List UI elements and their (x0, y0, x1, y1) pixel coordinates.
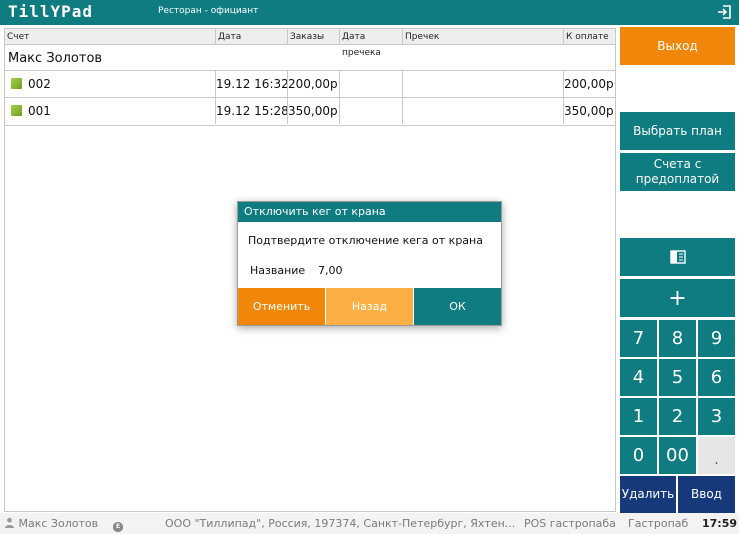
column-header-precheck-date[interactable]: Дата пречека (340, 29, 403, 58)
enter-button[interactable]: Ввод (678, 476, 735, 513)
book-button[interactable] (620, 238, 735, 276)
cell-check: 002 (5, 71, 216, 97)
clock: 17:59 (702, 517, 738, 530)
cell-precheck-date (340, 71, 403, 97)
cell-check: 001 (5, 98, 216, 124)
cell-to-pay: 200,00р (564, 77, 614, 91)
check-status-icon (11, 105, 22, 116)
cell-orders: 350,00р (288, 98, 340, 124)
user-icon (5, 517, 14, 528)
column-header-date[interactable]: Дата (216, 29, 288, 45)
status-bar: Макс Золотов PBSE ООО "Тиллипад", Россия… (0, 513, 739, 534)
ok-button[interactable]: ОК (414, 288, 501, 325)
column-header-precheck[interactable]: Пречек (403, 29, 564, 45)
back-button[interactable]: Назад (326, 288, 413, 325)
key-2[interactable]: 2 (659, 398, 696, 435)
delete-button[interactable]: Удалить (620, 476, 676, 513)
plus-button[interactable]: + (620, 279, 735, 317)
cancel-button[interactable]: Отменить (238, 288, 325, 325)
tillypad-logo: TillYPad (8, 2, 94, 21)
dialog-message: Подтвердите отключение кега от крана (248, 234, 483, 247)
key-8[interactable]: 8 (659, 320, 696, 357)
key-1[interactable]: 1 (620, 398, 657, 435)
cell-date: 19.12 15:28 (216, 98, 288, 124)
table-header: Счет Дата Заказы Дата пречека Пречек К о… (5, 29, 615, 58)
cell-precheck-date (340, 98, 403, 124)
cell-to-pay: 350,00р (564, 104, 614, 118)
cell-precheck (403, 98, 564, 124)
group-title-waiter: Макс Золотов (8, 51, 103, 66)
cell-orders: 200,00р (288, 71, 340, 97)
key-6[interactable]: 6 (698, 359, 735, 396)
disconnect-keg-dialog: Отключить кег от крана Подтвердите отклю… (237, 201, 502, 326)
key-00[interactable]: 00 (659, 437, 696, 474)
key-decimal[interactable]: . (698, 437, 735, 474)
app-header: TillYPad Ресторан - официант (0, 0, 739, 25)
column-header-check[interactable]: Счет (5, 29, 216, 45)
table-row[interactable]: 001 19.12 15:28 350,00р 350,00р (5, 98, 615, 126)
column-header-orders[interactable]: Заказы (288, 29, 340, 45)
venue-name: Гастропаб (628, 517, 689, 530)
key-4[interactable]: 4 (620, 359, 657, 396)
logout-icon[interactable] (717, 4, 733, 20)
cell-precheck (403, 71, 564, 97)
column-header-to-pay[interactable]: К оплате (564, 29, 615, 45)
key-3[interactable]: 3 (698, 398, 735, 435)
user-info: Макс Золотов (4, 517, 98, 530)
dialog-name-label: Название (250, 264, 306, 277)
key-9[interactable]: 9 (698, 320, 735, 357)
e-coin-icon: E (113, 522, 123, 532)
pos-name: POS гастропаба (524, 517, 616, 530)
dialog-name-value: 7,00 (318, 264, 343, 277)
prepaid-checks-button[interactable]: Счета с предоплатой (620, 153, 735, 191)
check-status-icon (11, 78, 22, 89)
key-0[interactable]: 0 (620, 437, 657, 474)
dialog-title: Отключить кег от крана (238, 202, 501, 222)
choose-plan-button[interactable]: Выбрать план (620, 112, 735, 150)
key-7[interactable]: 7 (620, 320, 657, 357)
table-row[interactable]: 002 19.12 16:32 200,00р 200,00р (5, 70, 615, 98)
key-5[interactable]: 5 (659, 359, 696, 396)
cell-date: 19.12 16:32 (216, 71, 288, 97)
header-title: Ресторан - официант (158, 6, 259, 16)
book-icon (669, 250, 686, 264)
company-info: ООО "Тиллипад", Россия, 197374, Санкт-Пе… (165, 517, 516, 530)
exit-button[interactable]: Выход (620, 27, 735, 65)
